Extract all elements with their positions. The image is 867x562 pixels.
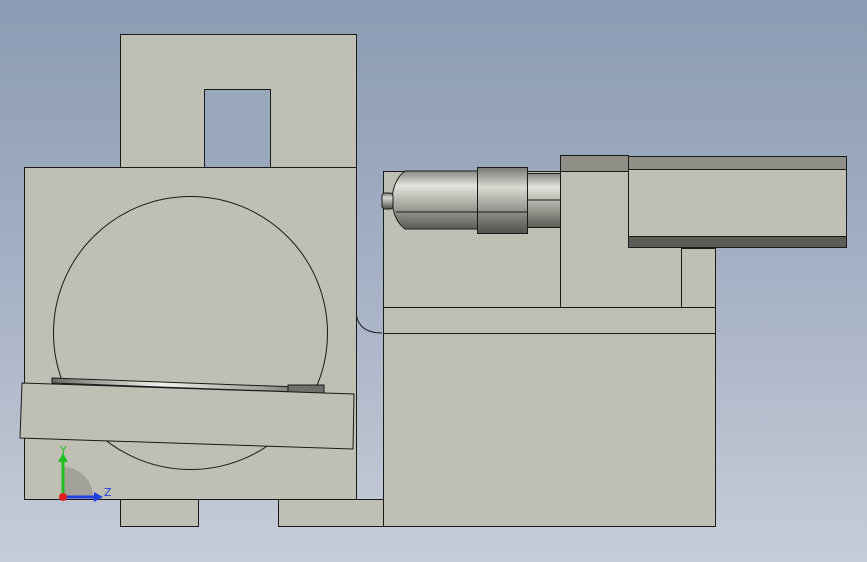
y-axis-label: Y bbox=[59, 444, 67, 457]
micrometer-head bbox=[381, 167, 561, 234]
arm-top-cap bbox=[560, 155, 629, 172]
side-arm bbox=[628, 156, 847, 248]
x-axis-origin bbox=[59, 493, 67, 501]
tilted-plate bbox=[19, 382, 355, 450]
micrometer-thimble bbox=[477, 167, 528, 234]
left-body-group bbox=[19, 34, 385, 527]
side-arm-bottom-strip bbox=[628, 236, 847, 248]
side-arm-top-strip bbox=[628, 156, 847, 170]
micrometer-barrel bbox=[391, 170, 478, 230]
right-rail bbox=[383, 307, 716, 334]
fillet-curve bbox=[356, 315, 383, 334]
cad-viewport[interactable]: Y Z bbox=[0, 0, 867, 562]
cad-model-view[interactable]: Y Z bbox=[0, 0, 867, 562]
micrometer-tip bbox=[381, 192, 394, 210]
left-foot bbox=[120, 499, 199, 527]
z-axis-label: Z bbox=[104, 486, 112, 499]
bracket-slot bbox=[204, 89, 271, 168]
right-base bbox=[383, 333, 716, 527]
middle-foot bbox=[278, 499, 385, 527]
left-housing bbox=[24, 167, 357, 500]
